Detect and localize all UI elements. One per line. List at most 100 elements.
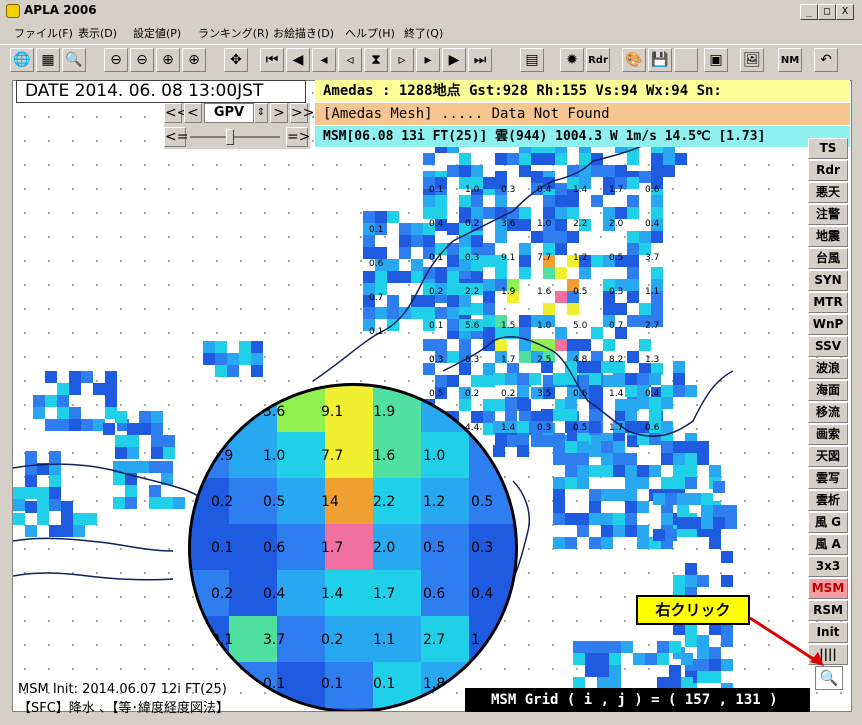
search-globe-icon[interactable]: 🔍 xyxy=(62,48,86,72)
map-value-label: 2.2 xyxy=(573,219,588,229)
title-bar: APLA 2006 _ □ X xyxy=(0,0,862,22)
sidebar-button-17[interactable]: 風 G xyxy=(808,512,848,533)
save-icon[interactable]: 💾 xyxy=(648,48,672,72)
zoom-out-icon[interactable]: ⊖ xyxy=(104,48,128,72)
step-forward-icon[interactable]: ▸ xyxy=(416,48,440,72)
magnified-value: 1.4 xyxy=(321,586,344,602)
sidebar-button-12[interactable]: 移流 xyxy=(808,402,848,423)
center-icon[interactable]: ✥ xyxy=(224,48,248,72)
gear-icon[interactable]: ✹ xyxy=(560,48,584,72)
gpv-slider[interactable] xyxy=(190,127,280,147)
sidebar-button-14[interactable]: 天図 xyxy=(808,446,848,467)
zoom-in-icon[interactable]: ⊕ xyxy=(182,48,206,72)
close-button[interactable]: X xyxy=(836,4,854,20)
magnify-icon[interactable]: 🔍 xyxy=(815,666,843,690)
palette-icon[interactable]: 🎨 xyxy=(622,48,646,72)
sidebar-button-19[interactable]: 3x3 xyxy=(808,556,848,577)
sidebar-button-2[interactable]: 悪天 xyxy=(808,182,848,203)
undo-icon[interactable]: ↶ xyxy=(814,48,838,72)
sidebar-button-0[interactable]: TS xyxy=(808,138,848,159)
fast-back-icon[interactable]: ◀ xyxy=(286,48,310,72)
menu-ranking[interactable]: ランキング(R) xyxy=(198,25,269,41)
stop-icon[interactable]: ⧗ xyxy=(364,48,388,72)
magnified-value: 1.0 xyxy=(423,448,446,464)
magnified-value: 1.8 xyxy=(423,676,446,692)
radar-button[interactable]: Rdr xyxy=(586,48,610,72)
map-value-label: 0.3 xyxy=(465,253,480,263)
image-icon[interactable]: 🖼 xyxy=(740,48,764,72)
sidebar-button-4[interactable]: 地震 xyxy=(808,226,848,247)
sidebar-button-11[interactable]: 海面 xyxy=(808,380,848,401)
sidebar-button-7[interactable]: MTR xyxy=(808,292,848,313)
table-icon[interactable]: ▤ xyxy=(520,48,544,72)
magnified-value: 0.4 xyxy=(471,586,494,602)
sidebar-button-5[interactable]: 台風 xyxy=(808,248,848,269)
sidebar-button-16[interactable]: 雲析 xyxy=(808,490,848,511)
magnified-value: 0.2 xyxy=(211,586,234,602)
last-frame-icon[interactable]: ⏭ xyxy=(468,48,492,72)
sidebar-button-6[interactable]: SYN xyxy=(808,270,848,291)
globe-icon[interactable]: 🌐 xyxy=(10,48,34,72)
magnified-value: 1.7 xyxy=(373,586,396,602)
maximize-button[interactable]: □ xyxy=(818,4,836,20)
first-frame-icon[interactable]: ⏮ xyxy=(260,48,284,72)
sidebar-button-8[interactable]: WnP xyxy=(808,314,848,335)
magnified-value: 3.7 xyxy=(263,632,286,648)
gpv-left-button[interactable]: <= xyxy=(164,127,188,147)
map-value-label: 1.2 xyxy=(573,253,588,263)
gpv-prev-button[interactable]: < xyxy=(184,103,202,123)
blank-icon[interactable] xyxy=(674,48,698,72)
sidebar-button-20[interactable]: MSM xyxy=(808,578,848,599)
back-icon[interactable]: ◃ xyxy=(338,48,362,72)
gpv-spinner[interactable]: ⇕ xyxy=(254,103,268,123)
box-icon[interactable]: ▣ xyxy=(704,48,728,72)
map-value-label: 5.0 xyxy=(573,321,588,331)
map-value-label: 3.5 xyxy=(537,389,552,399)
menu-draw[interactable]: お絵描き(D) xyxy=(273,25,334,41)
amedas-status: Amedas : 1288地点 Gst:928 Rh:155 Vs:94 Wx:… xyxy=(315,80,850,102)
sidebar-button-13[interactable]: 画索 xyxy=(808,424,848,445)
sidebar-button-18[interactable]: 風 A xyxy=(808,534,848,555)
gpv-prev-prev-button[interactable]: << xyxy=(164,103,188,123)
zoom-in-large-icon[interactable]: ⊕ xyxy=(156,48,180,72)
zoom-out-large-icon[interactable]: ⊖ xyxy=(130,48,154,72)
menu-view[interactable]: 表示(D) xyxy=(78,25,117,41)
map-value-label: 0.1 xyxy=(429,253,444,263)
forward-icon[interactable]: ▹ xyxy=(390,48,414,72)
menu-exit[interactable]: 終了(Q) xyxy=(404,25,443,41)
step-back-icon[interactable]: ◂ xyxy=(312,48,336,72)
fast-forward-icon[interactable]: ▶ xyxy=(442,48,466,72)
sidebar-button-9[interactable]: SSV xyxy=(808,336,848,357)
magnified-value: 1.2 xyxy=(423,494,446,510)
toolbar: 🌐 ▦ 🔍 ⊖ ⊖ ⊕ ⊕ ✥ ⏮ ◀ ◂ ◃ ⧗ ▹ ▸ ▶ ⏭ ▤ ✹ Rd… xyxy=(0,44,862,77)
magnified-value: 0.1 xyxy=(263,676,286,692)
minimize-button[interactable]: _ xyxy=(800,4,818,20)
gpv-right-button[interactable]: => xyxy=(286,127,310,147)
menu-settings[interactable]: 設定値(P) xyxy=(133,25,181,41)
map-value-label: 0.5 xyxy=(573,287,588,297)
window-title: APLA 2006 xyxy=(24,3,97,17)
nm-button[interactable]: NM xyxy=(778,48,802,72)
map-value-label: 2.7 xyxy=(645,321,660,331)
map-value-label: 0.1 xyxy=(369,225,384,235)
menu-help[interactable]: ヘルプ(H) xyxy=(345,25,395,41)
slider-thumb xyxy=(226,129,234,145)
map-value-label: 1.6 xyxy=(537,287,552,297)
map-value-label: 0.5 xyxy=(573,423,588,433)
sidebar-button-1[interactable]: Rdr xyxy=(808,160,848,181)
gpv-next-next-button[interactable]: >> xyxy=(290,103,314,123)
legend-text: 【SFC】降水 、【等･緯度経度図法】 xyxy=(18,701,229,716)
sidebar-button-15[interactable]: 雲写 xyxy=(808,468,848,489)
magnified-value: 1.6 xyxy=(373,448,396,464)
gpv-next-button[interactable]: > xyxy=(270,103,288,123)
map-value-label: 0.1 xyxy=(369,327,384,337)
sidebar-button-3[interactable]: 注警 xyxy=(808,204,848,225)
magnified-value: 1.0 xyxy=(263,448,286,464)
map-value-label: 0.3 xyxy=(609,287,624,297)
menu-file[interactable]: ファイル(F) xyxy=(14,25,73,41)
sidebar-button-10[interactable]: 波浪 xyxy=(808,358,848,379)
grid-icon[interactable]: ▦ xyxy=(36,48,60,72)
magnified-value: 2.0 xyxy=(373,540,396,556)
map-value-label: 0.4 xyxy=(645,389,660,399)
gpv-model-label[interactable]: GPV xyxy=(204,103,254,123)
